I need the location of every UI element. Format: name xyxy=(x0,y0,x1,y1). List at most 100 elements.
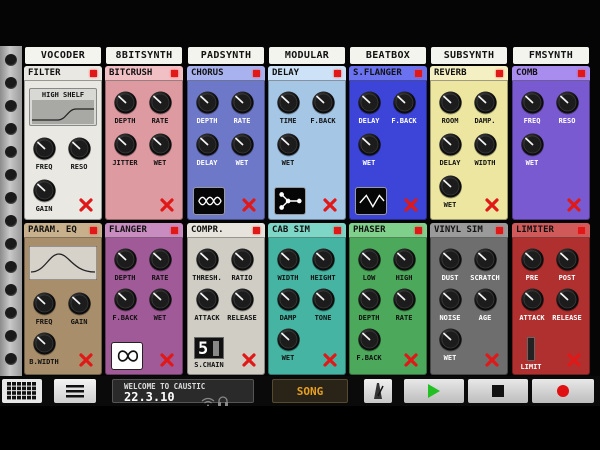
knob-time[interactable] xyxy=(276,90,301,115)
knob-f-back[interactable] xyxy=(357,327,382,352)
knob-f-back[interactable] xyxy=(311,90,336,115)
knob-wet[interactable] xyxy=(276,132,301,157)
play-button[interactable] xyxy=(404,379,464,403)
knob-wet[interactable] xyxy=(357,132,382,157)
tab-fmsynth[interactable]: FMSYNTH xyxy=(513,47,589,64)
knob-damp[interactable] xyxy=(276,287,301,312)
knob-gain[interactable] xyxy=(32,178,57,203)
remove-effect-button[interactable] xyxy=(566,352,582,368)
knob-freq[interactable] xyxy=(32,291,57,316)
song-button[interactable]: SONG xyxy=(272,379,348,403)
filter-type-display[interactable]: HIGH SHELF xyxy=(29,88,97,126)
knob-low[interactable] xyxy=(357,247,382,272)
knob-age[interactable] xyxy=(473,287,498,312)
knob-jitter[interactable] xyxy=(113,132,138,157)
limit-switch[interactable] xyxy=(527,337,535,361)
knob-reso[interactable] xyxy=(67,136,92,161)
remove-effect-button[interactable] xyxy=(159,352,175,368)
knob-release[interactable] xyxy=(230,287,255,312)
knob-pre[interactable] xyxy=(520,247,545,272)
knob-ratio[interactable] xyxy=(230,247,255,272)
knob-wet[interactable] xyxy=(520,132,545,157)
knob-rate[interactable] xyxy=(392,287,417,312)
remove-effect-button[interactable] xyxy=(241,197,257,213)
knob-attack[interactable] xyxy=(520,287,545,312)
knob-tone[interactable] xyxy=(311,287,336,312)
bypass-led[interactable] xyxy=(578,70,585,77)
remove-effect-button[interactable] xyxy=(241,352,257,368)
stop-button[interactable] xyxy=(468,379,528,403)
knob-attack[interactable] xyxy=(195,287,220,312)
bypass-led[interactable] xyxy=(334,70,341,77)
bypass-led[interactable] xyxy=(171,227,178,234)
bypass-led[interactable] xyxy=(171,70,178,77)
knob-f-back[interactable] xyxy=(113,287,138,312)
tab-8bitsynth[interactable]: 8BITSYNTH xyxy=(106,47,182,64)
remove-effect-button[interactable] xyxy=(484,197,500,213)
knob-wet[interactable] xyxy=(148,132,173,157)
knob-depth[interactable] xyxy=(113,90,138,115)
knob-scratch[interactable] xyxy=(473,247,498,272)
record-button[interactable] xyxy=(532,379,594,403)
waveform-selector[interactable] xyxy=(111,342,143,370)
waveform-selector[interactable] xyxy=(355,187,387,215)
knob-high[interactable] xyxy=(392,247,417,272)
bypass-led[interactable] xyxy=(496,70,503,77)
knob-wet[interactable] xyxy=(148,287,173,312)
knob-b-width[interactable] xyxy=(32,331,57,356)
remove-effect-button[interactable] xyxy=(159,197,175,213)
knob-depth[interactable] xyxy=(195,90,220,115)
bypass-led[interactable] xyxy=(253,227,260,234)
knob-noise[interactable] xyxy=(438,287,463,312)
remove-effect-button[interactable] xyxy=(403,352,419,368)
remove-effect-button[interactable] xyxy=(78,352,94,368)
knob-width[interactable] xyxy=(276,247,301,272)
knob-delay[interactable] xyxy=(357,90,382,115)
bypass-led[interactable] xyxy=(334,227,341,234)
knob-dust[interactable] xyxy=(438,247,463,272)
menu-button[interactable] xyxy=(54,379,96,403)
knob-depth[interactable] xyxy=(357,287,382,312)
remove-effect-button[interactable] xyxy=(322,352,338,368)
waveform-selector[interactable] xyxy=(274,187,306,215)
knob-depth[interactable] xyxy=(113,247,138,272)
remove-effect-button[interactable] xyxy=(484,352,500,368)
sidechain-selector[interactable]: 5 xyxy=(194,337,224,359)
knob-gain[interactable] xyxy=(67,291,92,316)
knob-rate[interactable] xyxy=(230,90,255,115)
knob-f-back[interactable] xyxy=(392,90,417,115)
knob-post[interactable] xyxy=(555,247,580,272)
knob-wet[interactable] xyxy=(276,327,301,352)
tab-modular[interactable]: MODULAR xyxy=(269,47,345,64)
grid-view-button[interactable] xyxy=(2,379,42,403)
knob-wet[interactable] xyxy=(438,174,463,199)
knob-wet[interactable] xyxy=(438,327,463,352)
tab-vocoder[interactable]: VOCODER xyxy=(25,47,101,64)
knob-wet[interactable] xyxy=(230,132,255,157)
bypass-led[interactable] xyxy=(90,70,97,77)
knob-delay[interactable] xyxy=(438,132,463,157)
remove-effect-button[interactable] xyxy=(78,197,94,213)
bypass-led[interactable] xyxy=(578,227,585,234)
tab-padsynth[interactable]: PADSYNTH xyxy=(188,47,264,64)
knob-height[interactable] xyxy=(311,247,336,272)
knob-rate[interactable] xyxy=(148,90,173,115)
knob-freq[interactable] xyxy=(520,90,545,115)
tab-subsynth[interactable]: SUBSYNTH xyxy=(431,47,507,64)
bypass-led[interactable] xyxy=(253,70,260,77)
remove-effect-button[interactable] xyxy=(566,197,582,213)
bypass-led[interactable] xyxy=(496,227,503,234)
knob-release[interactable] xyxy=(555,287,580,312)
remove-effect-button[interactable] xyxy=(322,197,338,213)
bypass-led[interactable] xyxy=(90,227,97,234)
metronome-button[interactable] xyxy=(364,379,392,403)
bypass-led[interactable] xyxy=(415,70,422,77)
knob-delay[interactable] xyxy=(195,132,220,157)
knob-rate[interactable] xyxy=(148,247,173,272)
knob-freq[interactable] xyxy=(32,136,57,161)
knob-thresh[interactable] xyxy=(195,247,220,272)
knob-damp[interactable] xyxy=(473,90,498,115)
tab-beatbox[interactable]: BEATBOX xyxy=(350,47,426,64)
waveform-selector[interactable] xyxy=(193,187,225,215)
remove-effect-button[interactable] xyxy=(403,197,419,213)
